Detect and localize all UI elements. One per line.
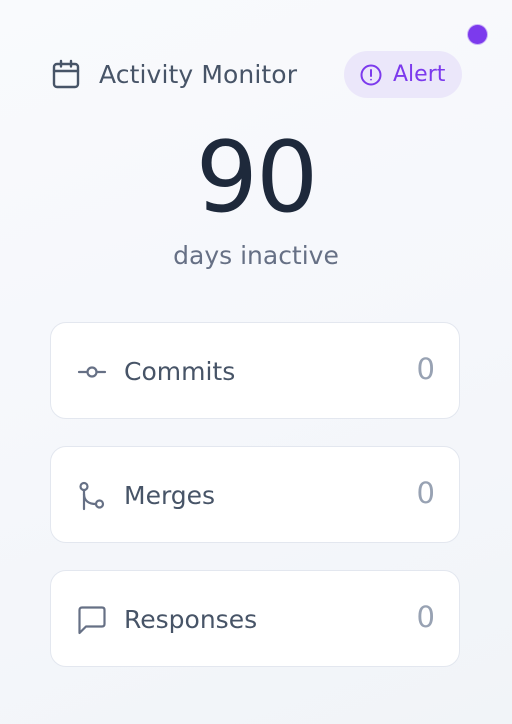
responses-label: Responses [124, 605, 258, 634]
commits-label: Commits [124, 357, 236, 386]
responses-count: 0 [416, 600, 435, 634]
days-inactive-label: days inactive [173, 241, 339, 270]
merges-label: Merges [124, 481, 216, 510]
calendar-icon [52, 59, 80, 89]
merges-card[interactable]: Merges 0 [50, 446, 460, 543]
alert-circle-icon [360, 64, 382, 86]
commits-card[interactable]: Commits 0 [50, 322, 460, 419]
commits-count: 0 [416, 352, 435, 386]
git-merge-icon [79, 481, 105, 511]
merges-count: 0 [416, 476, 435, 510]
alert-badge[interactable]: Alert [344, 51, 462, 98]
page-title: Activity Monitor [99, 60, 298, 89]
alert-badge-label: Alert [393, 62, 446, 87]
status-dot [468, 25, 487, 44]
git-commit-icon [77, 366, 107, 378]
header: Activity Monitor Alert [50, 50, 462, 98]
message-square-icon [78, 606, 106, 635]
days-inactive-value: 90 [195, 121, 319, 235]
responses-card[interactable]: Responses 0 [50, 570, 460, 667]
